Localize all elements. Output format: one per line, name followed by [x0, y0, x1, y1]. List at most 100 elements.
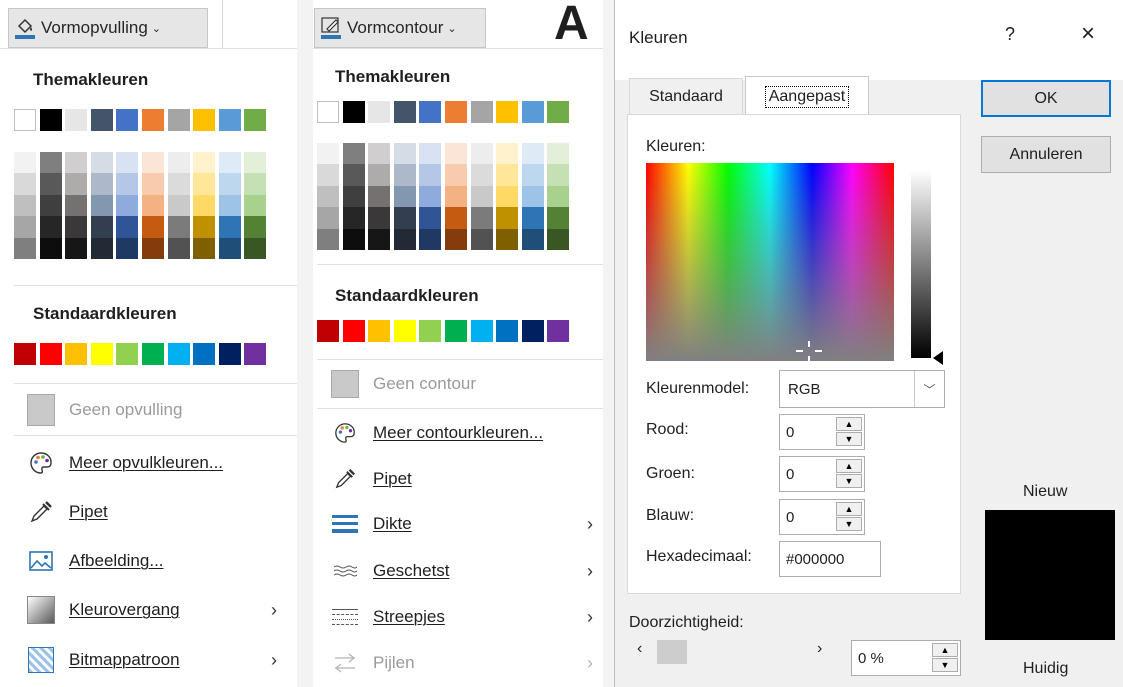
color-swatch[interactable]	[419, 228, 442, 250]
color-swatch[interactable]	[141, 152, 164, 174]
color-swatch[interactable]	[14, 216, 36, 238]
transparency-spinner[interactable]: 0 % ▲ ▼	[851, 640, 961, 676]
color-swatch[interactable]	[141, 109, 164, 131]
ok-button[interactable]: OK	[981, 80, 1111, 117]
color-swatch[interactable]	[141, 173, 164, 195]
color-swatch[interactable]	[342, 320, 365, 342]
color-swatch[interactable]	[167, 194, 190, 217]
color-swatch[interactable]	[14, 194, 36, 217]
color-swatch[interactable]	[244, 194, 267, 217]
scroll-left-icon[interactable]: ‹	[637, 640, 642, 658]
color-swatch[interactable]	[368, 228, 391, 250]
color-swatch[interactable]	[419, 320, 442, 342]
color-swatch[interactable]	[393, 228, 416, 250]
color-swatch[interactable]	[116, 216, 139, 238]
color-swatch[interactable]	[244, 152, 267, 174]
color-swatch[interactable]	[444, 143, 467, 165]
color-swatch[interactable]	[193, 109, 216, 131]
shape-fill-button[interactable]: Vormopvulling ⌄	[8, 8, 208, 48]
color-swatch[interactable]	[218, 194, 241, 217]
color-swatch[interactable]	[419, 101, 442, 123]
spin-up-icon[interactable]: ▲	[836, 459, 862, 473]
color-swatch[interactable]	[419, 143, 442, 165]
color-swatch[interactable]	[470, 164, 493, 186]
color-model-select[interactable]: RGB ﹀	[779, 370, 945, 408]
spin-up-icon[interactable]: ▲	[932, 643, 958, 657]
color-swatch[interactable]	[244, 237, 267, 259]
color-swatch[interactable]	[547, 207, 570, 229]
color-swatch[interactable]	[167, 152, 190, 174]
blue-spinner[interactable]: 0 ▲ ▼	[779, 499, 865, 535]
color-swatch[interactable]	[116, 194, 139, 217]
color-swatch[interactable]	[116, 173, 139, 195]
color-swatch[interactable]	[39, 109, 62, 131]
more-fill-colors-item[interactable]: Meer opvulkleuren...	[27, 443, 287, 483]
color-swatch[interactable]	[521, 164, 544, 186]
no-fill-item[interactable]: Geen opvulling	[27, 390, 287, 430]
color-swatch[interactable]	[444, 185, 467, 208]
color-swatch[interactable]	[368, 101, 391, 123]
text-fill-letter[interactable]: A	[554, 0, 589, 48]
color-swatch[interactable]	[244, 343, 267, 365]
color-swatch[interactable]	[317, 228, 339, 250]
color-swatch[interactable]	[496, 228, 519, 250]
weight-item[interactable]: Dikte ›	[331, 504, 596, 544]
color-swatch[interactable]	[547, 101, 570, 123]
color-swatch[interactable]	[521, 228, 544, 250]
color-swatch[interactable]	[342, 228, 365, 250]
color-swatch[interactable]	[90, 194, 113, 217]
color-swatch[interactable]	[39, 194, 62, 217]
color-spectrum[interactable]	[646, 163, 894, 361]
chevron-down-icon[interactable]: ﹀	[914, 371, 944, 407]
color-swatch[interactable]	[65, 194, 88, 217]
color-swatch[interactable]	[90, 152, 113, 174]
color-swatch[interactable]	[317, 101, 339, 123]
color-swatch[interactable]	[116, 343, 139, 365]
color-swatch[interactable]	[14, 343, 36, 365]
color-swatch[interactable]	[419, 185, 442, 208]
color-swatch[interactable]	[39, 343, 62, 365]
color-swatch[interactable]	[141, 343, 164, 365]
color-swatch[interactable]	[470, 185, 493, 208]
scroll-right-icon[interactable]: ›	[817, 640, 822, 658]
color-swatch[interactable]	[90, 109, 113, 131]
color-swatch[interactable]	[167, 237, 190, 259]
color-swatch[interactable]	[368, 207, 391, 229]
color-swatch[interactable]	[393, 320, 416, 342]
color-swatch[interactable]	[65, 343, 88, 365]
color-swatch[interactable]	[193, 152, 216, 174]
color-swatch[interactable]	[90, 343, 113, 365]
color-swatch[interactable]	[244, 216, 267, 238]
color-swatch[interactable]	[342, 101, 365, 123]
color-swatch[interactable]	[39, 173, 62, 195]
arrows-item[interactable]: Pijlen ›	[331, 643, 596, 683]
help-button[interactable]: ?	[1005, 24, 1015, 45]
luminance-pointer-icon[interactable]	[933, 351, 943, 365]
color-swatch[interactable]	[218, 173, 241, 195]
color-swatch[interactable]	[444, 228, 467, 250]
color-swatch[interactable]	[547, 228, 570, 250]
texture-item[interactable]: Bitmappatroon ›	[27, 640, 287, 680]
color-swatch[interactable]	[317, 320, 339, 342]
color-swatch[interactable]	[444, 207, 467, 229]
eyedropper-item[interactable]: Pipet	[27, 492, 287, 532]
color-swatch[interactable]	[547, 143, 570, 165]
spin-up-icon[interactable]: ▲	[836, 502, 862, 516]
color-swatch[interactable]	[521, 101, 544, 123]
color-swatch[interactable]	[521, 143, 544, 165]
cancel-button[interactable]: Annuleren	[981, 136, 1111, 173]
color-swatch[interactable]	[14, 173, 36, 195]
shape-outline-button[interactable]: Vormcontour ⌄	[314, 8, 486, 48]
sketched-item[interactable]: Geschetst ›	[331, 551, 596, 591]
color-swatch[interactable]	[470, 143, 493, 165]
color-swatch[interactable]	[90, 173, 113, 195]
green-spinner[interactable]: 0 ▲ ▼	[779, 456, 865, 492]
color-swatch[interactable]	[521, 185, 544, 208]
gradient-item[interactable]: Kleurovergang ›	[27, 590, 287, 630]
color-swatch[interactable]	[244, 173, 267, 195]
color-swatch[interactable]	[547, 185, 570, 208]
spin-down-icon[interactable]: ▼	[836, 432, 862, 446]
color-swatch[interactable]	[193, 173, 216, 195]
more-outline-colors-item[interactable]: Meer contourkleuren...	[331, 413, 596, 453]
dashes-item[interactable]: Streepjes ›	[331, 597, 596, 637]
